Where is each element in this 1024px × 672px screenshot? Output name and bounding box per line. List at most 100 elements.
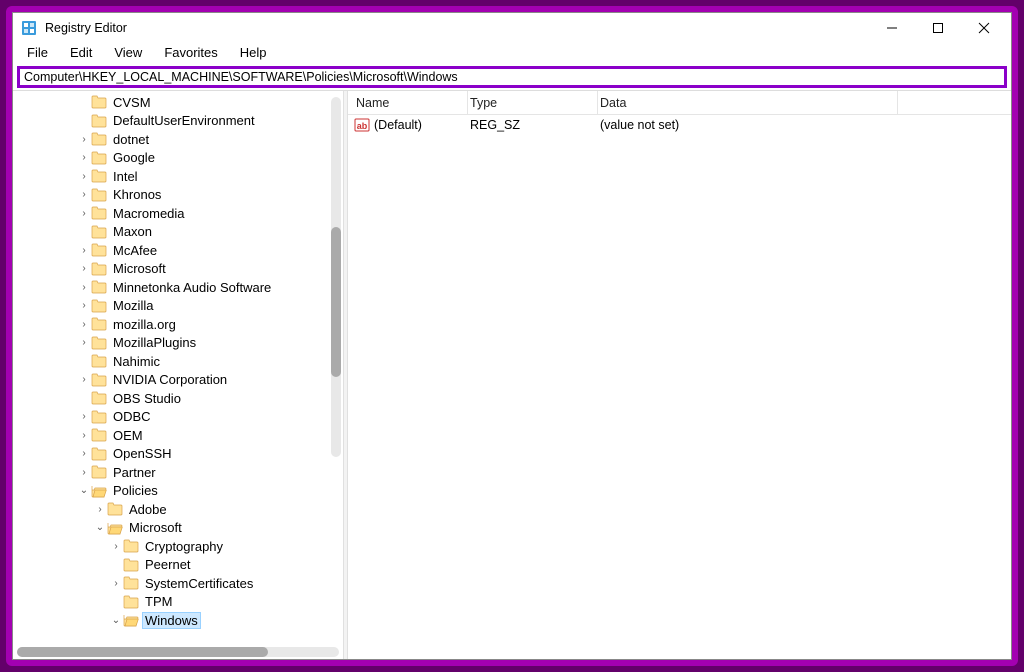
string-value-icon (354, 117, 370, 133)
tree-item[interactable]: › McAfee (45, 241, 343, 260)
close-button[interactable] (961, 13, 1007, 43)
tree-item-label: OEM (111, 428, 145, 443)
vertical-scrollbar[interactable] (331, 97, 341, 457)
chevron-icon[interactable]: ⌄ (109, 615, 123, 626)
address-path: Computer\HKEY_LOCAL_MACHINE\SOFTWARE\Pol… (24, 70, 458, 84)
chevron-icon[interactable]: › (77, 189, 91, 200)
chevron-icon[interactable]: › (77, 134, 91, 145)
maximize-button[interactable] (915, 13, 961, 43)
chevron-icon[interactable]: › (77, 282, 91, 293)
tree-item[interactable]: › Khronos (45, 186, 343, 205)
chevron-icon[interactable]: › (77, 411, 91, 422)
chevron-icon[interactable]: › (77, 245, 91, 256)
folder-icon (123, 613, 139, 627)
column-header-name[interactable]: Name (348, 91, 468, 114)
tree-item[interactable]: › mozilla.org (45, 315, 343, 334)
chevron-icon[interactable]: › (109, 578, 123, 589)
tree-item[interactable]: › Cryptography (45, 537, 343, 556)
menu-help[interactable]: Help (230, 43, 277, 62)
menubar: File Edit View Favorites Help (13, 43, 1011, 66)
tree-item-label: SystemCertificates (143, 576, 255, 591)
tree-item-label: Macromedia (111, 206, 187, 221)
window-title: Registry Editor (45, 21, 869, 35)
registry-editor-window: Registry Editor File Edit View Favorites… (12, 12, 1012, 660)
list-header: Name Type Data (348, 91, 1011, 115)
column-header-type[interactable]: Type (468, 91, 598, 114)
chevron-icon[interactable]: › (77, 467, 91, 478)
folder-icon (107, 502, 123, 516)
tree-item-label: OBS Studio (111, 391, 183, 406)
folder-icon (91, 299, 107, 313)
folder-icon (91, 391, 107, 405)
tree-item[interactable]: › Intel (45, 167, 343, 186)
folder-icon (123, 558, 139, 572)
chevron-icon[interactable]: ⌄ (77, 485, 91, 496)
menu-view[interactable]: View (104, 43, 152, 62)
minimize-button[interactable] (869, 13, 915, 43)
folder-icon (91, 354, 107, 368)
tree-item[interactable]: › Partner (45, 463, 343, 482)
tree-item[interactable]: › NVIDIA Corporation (45, 371, 343, 390)
tree-item-label: dotnet (111, 132, 151, 147)
chevron-icon[interactable]: › (93, 504, 107, 515)
menu-favorites[interactable]: Favorites (154, 43, 227, 62)
folder-icon (91, 132, 107, 146)
chevron-icon[interactable]: › (77, 171, 91, 182)
value-name: (Default) (374, 118, 422, 132)
tree-item[interactable]: Nahimic (45, 352, 343, 371)
tree-item[interactable]: ⌄ Policies (45, 482, 343, 501)
folder-icon (91, 206, 107, 220)
tree-item[interactable]: ⌄ Microsoft (45, 519, 343, 538)
tree-item[interactable]: › Macromedia (45, 204, 343, 223)
tree-item-label: Cryptography (143, 539, 225, 554)
tree-item-label: ODBC (111, 409, 153, 424)
tree-item[interactable]: Maxon (45, 223, 343, 242)
chevron-icon[interactable]: › (77, 300, 91, 311)
chevron-icon[interactable]: ⌄ (93, 522, 107, 533)
tree-item-label: MozillaPlugins (111, 335, 198, 350)
tree-item[interactable]: › Minnetonka Audio Software (45, 278, 343, 297)
tree-item[interactable]: DefaultUserEnvironment (45, 112, 343, 131)
tree-item[interactable]: › OEM (45, 426, 343, 445)
titlebar[interactable]: Registry Editor (13, 13, 1011, 43)
chevron-icon[interactable]: › (77, 374, 91, 385)
tree-item-label: DefaultUserEnvironment (111, 113, 257, 128)
tree-item[interactable]: › Microsoft (45, 260, 343, 279)
menu-edit[interactable]: Edit (60, 43, 102, 62)
tree-item[interactable]: TPM (45, 593, 343, 612)
chevron-icon[interactable]: › (77, 152, 91, 163)
chevron-icon[interactable]: › (77, 208, 91, 219)
chevron-icon[interactable]: › (77, 263, 91, 274)
tree-item[interactable]: › dotnet (45, 130, 343, 149)
folder-icon (123, 576, 139, 590)
tree-item-label: Policies (111, 483, 160, 498)
tree-item[interactable]: Peernet (45, 556, 343, 575)
tree-item[interactable]: OBS Studio (45, 389, 343, 408)
tree-item[interactable]: › Adobe (45, 500, 343, 519)
chevron-icon[interactable]: › (109, 541, 123, 552)
tree-item-label: Intel (111, 169, 140, 184)
column-header-data[interactable]: Data (598, 91, 898, 114)
tree-item[interactable]: › Google (45, 149, 343, 168)
horizontal-scrollbar[interactable] (17, 647, 339, 657)
tree-item[interactable]: › OpenSSH (45, 445, 343, 464)
tree-item[interactable]: › Mozilla (45, 297, 343, 316)
tree-item[interactable]: › ODBC (45, 408, 343, 427)
chevron-icon[interactable]: › (77, 430, 91, 441)
chevron-icon[interactable]: › (77, 337, 91, 348)
chevron-icon[interactable]: › (77, 319, 91, 330)
tree-item-label: Microsoft (127, 520, 184, 535)
tree-item[interactable]: CVSM (45, 93, 343, 112)
tree-item[interactable]: ⌄ Windows (45, 611, 343, 630)
tree-item[interactable]: › SystemCertificates (45, 574, 343, 593)
list-row[interactable]: (Default) REG_SZ (value not set) (348, 115, 1011, 135)
chevron-icon[interactable]: › (77, 448, 91, 459)
tree-item-label: Microsoft (111, 261, 168, 276)
address-bar[interactable]: Computer\HKEY_LOCAL_MACHINE\SOFTWARE\Pol… (17, 66, 1007, 88)
tree-item-label: Maxon (111, 224, 154, 239)
list-pane: Name Type Data (Default) REG_SZ (value n… (348, 91, 1011, 659)
folder-icon (123, 595, 139, 609)
menu-file[interactable]: File (17, 43, 58, 62)
tree-item-label: Khronos (111, 187, 163, 202)
tree-item[interactable]: › MozillaPlugins (45, 334, 343, 353)
